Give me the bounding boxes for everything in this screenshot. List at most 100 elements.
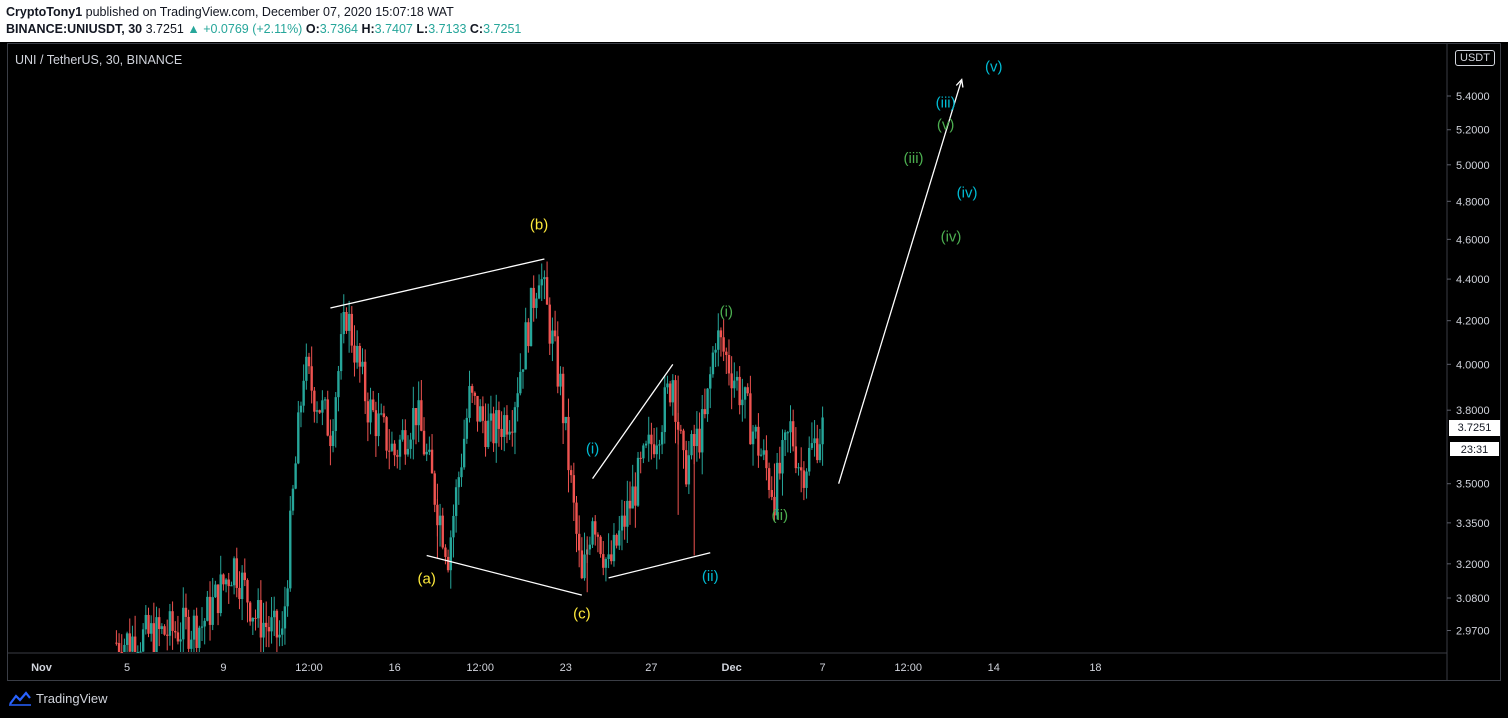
wave-label: (c) (573, 606, 591, 623)
candle-body (235, 558, 238, 588)
candle-body (414, 408, 418, 426)
candle-body (588, 544, 592, 550)
x-tick-label: 23 (560, 662, 572, 674)
wave-label: (iii) (904, 150, 924, 167)
trendline (592, 363, 674, 479)
candle-body (214, 584, 217, 598)
candle-body (294, 463, 297, 489)
candle-body (564, 416, 567, 424)
candle-body (254, 617, 257, 619)
candle-body (800, 467, 803, 471)
candle-body (222, 574, 225, 585)
candle-body (211, 597, 214, 625)
candle-body (789, 421, 792, 433)
candle-body (168, 611, 172, 636)
candle-body (714, 349, 717, 353)
x-tick-label: 14 (988, 662, 1000, 674)
candle-body (596, 534, 600, 537)
candle-body (781, 440, 784, 474)
candle-body (535, 298, 538, 308)
candle-body (149, 623, 153, 634)
candle-body (200, 626, 204, 628)
x-tick-label: 12:00 (295, 662, 323, 674)
candle-body (532, 287, 535, 308)
y-tick-label: 3.8000 (1456, 405, 1490, 417)
candle-body (219, 574, 222, 614)
candle-body (406, 448, 410, 455)
candle-body (652, 444, 656, 455)
candle-body (232, 558, 236, 586)
candle-body (503, 415, 506, 437)
candle-body (286, 588, 289, 607)
candle-body (139, 651, 142, 653)
candle-body (176, 632, 180, 642)
candle-body (628, 500, 632, 509)
candle-body (417, 400, 420, 426)
candle-body (757, 426, 760, 456)
candle-body (326, 399, 329, 436)
candle-body (155, 617, 158, 652)
candle-body (668, 383, 672, 403)
candle-body (182, 607, 185, 640)
candle-body (425, 451, 428, 455)
footer (0, 682, 1508, 718)
candle-body (152, 623, 156, 652)
candle-body (243, 572, 246, 581)
candle-body (278, 634, 281, 638)
trendline (838, 79, 963, 484)
tradingview-logo[interactable]: TradingView (8, 690, 108, 706)
candle-body (575, 502, 578, 534)
candle-body (136, 652, 139, 653)
candle-body (489, 413, 493, 421)
y-tick-label: 4.6000 (1456, 234, 1490, 246)
candle-body (166, 634, 169, 636)
candle-body (591, 521, 594, 545)
candle-body (655, 445, 658, 455)
wave-label: (i) (720, 303, 733, 320)
currency-badge[interactable]: USDT (1455, 50, 1495, 66)
candle-body (141, 629, 145, 652)
candle-body (307, 356, 311, 367)
wave-label: (iv) (941, 228, 962, 245)
price-chart[interactable]: (b) (a) (c) (i) (ii) (iii) (iv) (v) (i) (ii) (iii)… (0, 0, 1508, 718)
candle-body (607, 554, 610, 560)
candle-body (738, 376, 741, 406)
candle-body (770, 489, 773, 497)
candle-body (144, 614, 148, 630)
candle-body (206, 596, 209, 621)
candle-body (647, 434, 650, 444)
candle-body (224, 579, 228, 585)
candle-body (658, 444, 661, 446)
x-tick-label: 5 (124, 662, 130, 674)
candle-body (203, 620, 206, 627)
candle-body (778, 462, 781, 474)
candle-body (299, 405, 303, 413)
candle-body (251, 617, 255, 622)
candle-body (492, 413, 495, 444)
candle-body (524, 322, 527, 370)
candle-body (650, 434, 653, 445)
candle-body (767, 468, 771, 490)
candle-body (382, 413, 386, 418)
candle-body (428, 449, 431, 452)
candle-body (612, 534, 616, 562)
candle-body (184, 607, 188, 617)
wave-label: (ii) (702, 568, 719, 585)
candle-body (446, 556, 450, 571)
candle-body (797, 467, 800, 469)
candle-body (433, 473, 436, 505)
candle-body (610, 554, 613, 562)
y-tick-label: 4.4000 (1456, 274, 1490, 286)
y-tick-label: 4.8000 (1456, 196, 1490, 208)
candle-body (366, 401, 370, 423)
wave-label: (b) (530, 217, 548, 234)
candle-body (786, 432, 790, 434)
candle-body (735, 376, 739, 381)
candle-body (754, 426, 757, 432)
candle-body (238, 587, 241, 600)
candle-body (227, 579, 230, 587)
y-tick-label: 3.0800 (1456, 593, 1490, 605)
candle-body (813, 438, 816, 444)
candle-body (321, 400, 324, 413)
candle-body (115, 642, 118, 644)
